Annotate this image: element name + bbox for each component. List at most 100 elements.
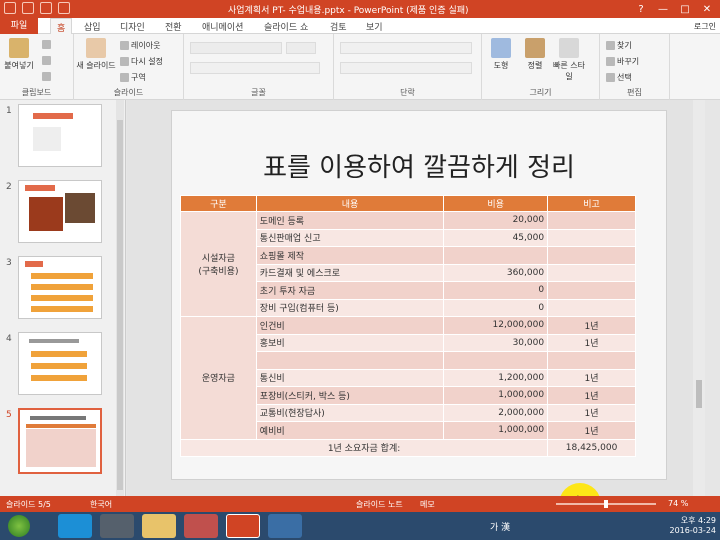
quick-styles-button[interactable]: 빠른 스타일	[552, 38, 586, 82]
reset-button[interactable]: 다시 설정	[120, 56, 163, 67]
total-row[interactable]: 1년 소요자금 합계: 18,425,000	[179, 438, 636, 457]
slide-thumbnail-5[interactable]	[18, 408, 102, 474]
group-cell: 시설자금 (구축비용)	[180, 211, 257, 317]
shape-button[interactable]: 도형	[484, 38, 518, 71]
tab-insert[interactable]: 삽입	[84, 20, 101, 33]
start-button[interactable]	[8, 515, 30, 537]
comments-button[interactable]: 메모	[420, 499, 435, 510]
replace-button[interactable]: 바꾸기	[606, 56, 639, 67]
shapes-icon	[491, 38, 511, 58]
maximize-button[interactable]: □	[674, 0, 696, 18]
font-format-buttons[interactable]	[190, 62, 320, 74]
skype-icon[interactable]	[58, 514, 92, 538]
find-button[interactable]: 찾기	[606, 40, 632, 51]
undo-icon[interactable]	[22, 2, 34, 14]
note-cell	[547, 298, 636, 317]
format-painter-button[interactable]	[42, 72, 51, 81]
cost-cell	[443, 246, 549, 265]
group-label: 편집	[627, 88, 642, 97]
powerpoint-icon[interactable]	[226, 514, 260, 538]
group-label: 글꼴	[251, 88, 266, 97]
slide-thumbnail-3[interactable]	[18, 256, 102, 319]
select-button[interactable]: 선택	[606, 72, 632, 83]
font-name-select[interactable]	[190, 42, 282, 54]
slideshow-icon[interactable]	[58, 2, 70, 14]
drawing-group: 도형 정렬 빠른 스타일 그리기	[482, 34, 600, 100]
tab-view[interactable]: 보기	[366, 20, 383, 33]
folder-icon[interactable]	[142, 514, 176, 538]
arrange-button[interactable]: 정렬	[518, 38, 552, 71]
note-cell: 1년	[547, 421, 636, 440]
cost-cell: 2,000,000	[443, 403, 549, 422]
item-cell: 인건비	[255, 316, 445, 335]
zoom-slider[interactable]	[556, 500, 656, 508]
tab-animations[interactable]: 애니메이션	[202, 20, 243, 33]
slide-thumbnail-2[interactable]	[18, 180, 102, 243]
presentation-icon[interactable]	[184, 514, 218, 538]
save-icon[interactable]	[4, 2, 16, 14]
window-title: 사업계획서 PT- 수업내용.pptx - PowerPoint (제품 인증 …	[228, 6, 469, 16]
font-size-select[interactable]	[286, 42, 316, 54]
canvas-scrollbar[interactable]	[693, 100, 705, 496]
new-slide-button[interactable]: 새 슬라이드	[76, 38, 116, 71]
slide[interactable]: 표를 이용하여 깔끔하게 정리 구분 내용 비용 비고 시설자금 (구축비용) 도…	[171, 110, 667, 480]
alignment-buttons[interactable]	[340, 62, 472, 74]
system-clock[interactable]: 오후 4:29 2016-03-24	[670, 516, 717, 536]
tab-home[interactable]: 홈	[50, 18, 73, 35]
table-row[interactable]: 운영자금 인건비 12,000,000 1년	[180, 316, 636, 440]
note-cell: 1년	[547, 368, 636, 387]
cost-cell: 30,000	[443, 333, 549, 352]
help-button[interactable]: ?	[630, 0, 652, 18]
copy-button[interactable]	[42, 56, 51, 65]
thumbnail-number: 4	[6, 334, 12, 344]
redo-icon[interactable]	[40, 2, 52, 14]
note-cell	[547, 263, 636, 282]
clipboard-group: 붙여넣기 클립보드	[0, 34, 74, 100]
layout-button[interactable]: 레이아웃	[120, 40, 160, 51]
language-indicator[interactable]: 한국어	[90, 499, 112, 510]
note-cell	[547, 228, 636, 247]
note-cell	[547, 246, 636, 265]
data-table[interactable]: 구분 내용 비용 비고 시설자금 (구축비용) 도메인 등록 20,000 통신판매업…	[179, 195, 636, 457]
group-label: 슬라이드	[113, 88, 144, 97]
cost-cell: 0	[443, 298, 549, 317]
section-button[interactable]: 구역	[120, 72, 146, 83]
slide-thumbnail-4[interactable]	[18, 332, 102, 395]
replace-icon	[606, 57, 615, 66]
cost-cell: 12,000,000	[443, 316, 549, 335]
paragraph-group: 단락	[334, 34, 482, 100]
slides-group: 새 슬라이드 레이아웃 다시 설정 구역 슬라이드	[74, 34, 184, 100]
thumbnail-scrollbar[interactable]	[116, 100, 124, 496]
slide-title[interactable]: 표를 이용하여 깔끔하게 정리	[172, 147, 666, 184]
note-cell	[547, 281, 636, 300]
cut-button[interactable]	[42, 40, 51, 49]
table-row[interactable]: 시설자금 (구축비용) 도메인 등록 20,000	[180, 211, 636, 317]
total-label: 1년 소요자금 합계:	[179, 438, 549, 457]
tab-transitions[interactable]: 전환	[165, 20, 182, 33]
notes-button[interactable]: 슬라이드 노트	[356, 499, 403, 510]
close-button[interactable]: ✕	[696, 0, 718, 18]
item-cell: 예비비	[255, 421, 445, 440]
ime-indicator[interactable]: 가 漢	[490, 520, 510, 533]
minimize-button[interactable]: —	[652, 0, 674, 18]
slide-thumbnail-1[interactable]	[18, 104, 102, 167]
media-player-icon[interactable]	[268, 514, 302, 538]
thumbnail-number: 5	[6, 410, 12, 420]
tab-design[interactable]: 디자인	[120, 20, 145, 33]
zoom-level[interactable]: 74 %	[668, 499, 688, 508]
thumbnail-number: 3	[6, 258, 12, 268]
slide-counter: 슬라이드 5/5	[6, 500, 51, 509]
list-buttons[interactable]	[340, 42, 472, 54]
tab-review[interactable]: 검토	[330, 20, 347, 33]
paste-button[interactable]: 붙여넣기	[2, 38, 36, 71]
app-icon[interactable]	[100, 514, 134, 538]
tab-file[interactable]: 파일	[0, 18, 38, 34]
cost-cell: 1,000,000	[443, 386, 549, 405]
login-link[interactable]: 로그인	[694, 21, 716, 32]
zoom-slider-thumb[interactable]	[604, 500, 608, 508]
item-cell: 쇼핑몰 제작	[255, 246, 445, 265]
tab-slideshow[interactable]: 슬라이드 쇼	[264, 20, 308, 33]
cost-cell: 1,000,000	[443, 421, 549, 440]
windows-taskbar: 가 漢 오후 4:29 2016-03-24	[0, 512, 720, 540]
item-cell: 포장비(스티커, 박스 등)	[255, 386, 445, 405]
